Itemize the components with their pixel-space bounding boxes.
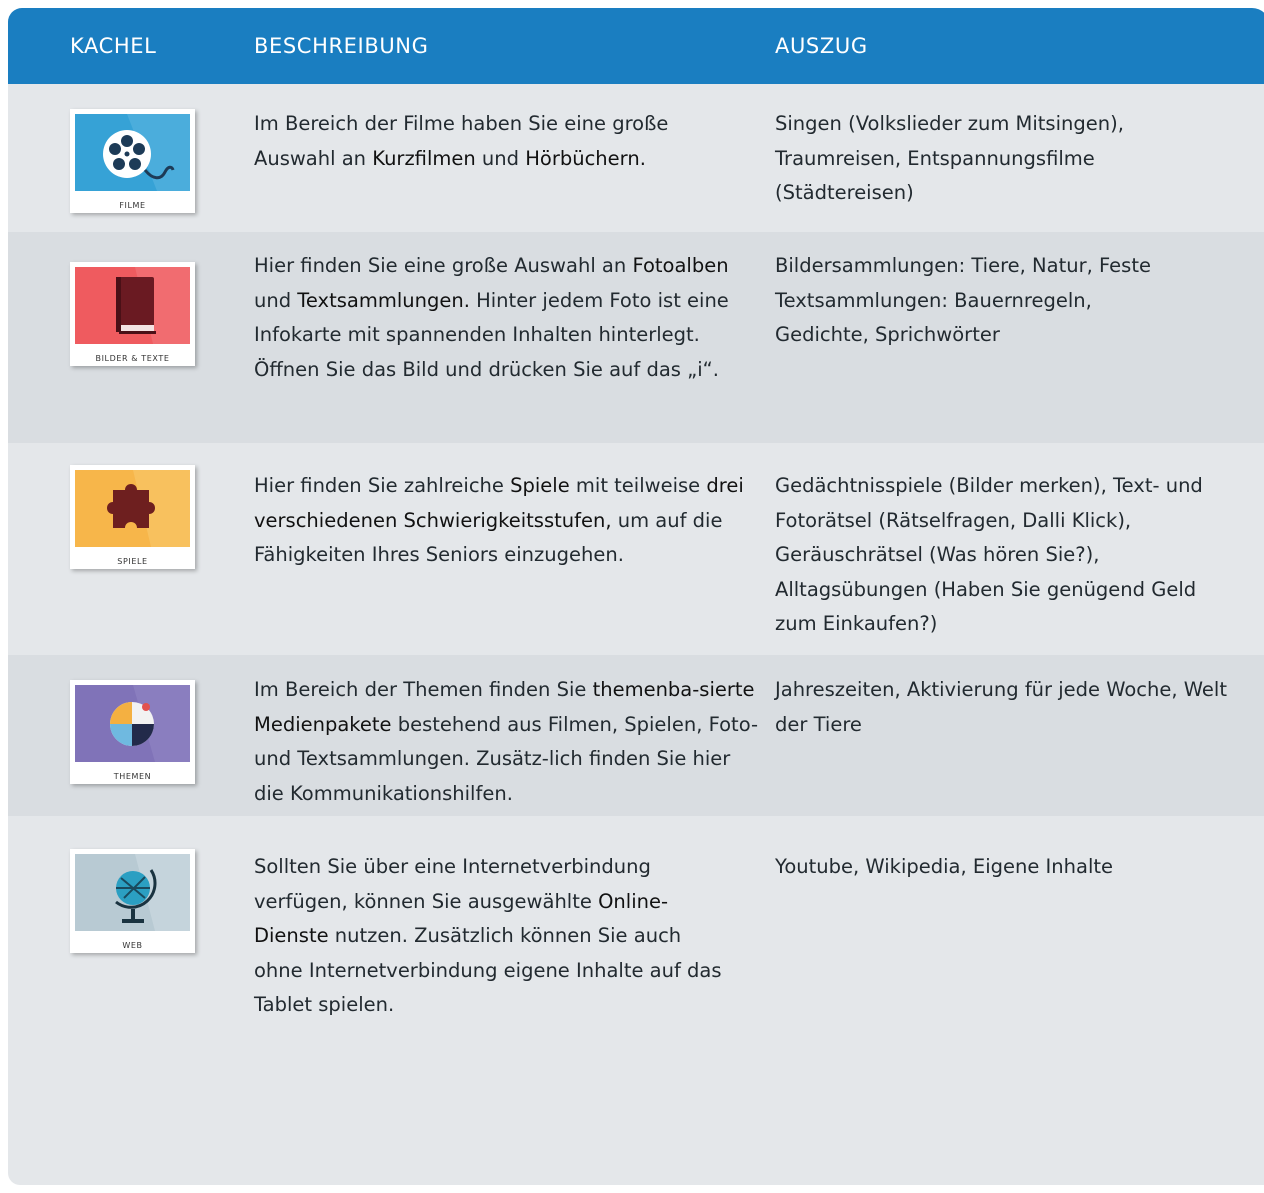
row-filme-description: Im Bereich der Filme haben Sie eine groß… <box>254 107 754 176</box>
excerpt-line-bildersammlungen: Bildersammlungen: Tiere, Natur, Feste <box>775 254 1151 277</box>
tile-web-label: WEB <box>122 941 143 950</box>
row-themen-description: Im Bereich der Themen finden Sie themenb… <box>254 673 759 811</box>
tile-filme-label: FILME <box>119 201 146 210</box>
tile-bilder-label: BILDER & TEXTE <box>95 354 170 363</box>
tile-themen-label: THEMEN <box>113 772 152 781</box>
description-text: Im Bereich der Themen finden Sie <box>254 678 593 701</box>
highlight-fotoalben: Fotoalben <box>632 254 729 277</box>
tile-spiele: SPIELE <box>70 465 195 569</box>
row-bilder-excerpt: Bildersammlungen: Tiere, Natur, Feste Te… <box>775 249 1205 353</box>
table-row-themen: THEMEN Im Bereich der Themen finden Sie … <box>8 655 1264 816</box>
description-text: mit teilweise <box>569 474 707 497</box>
highlight-spiele: Spiele <box>510 474 570 497</box>
description-text: und <box>254 288 298 312</box>
table-row-filme: FILME Im Bereich der Filme haben Sie ein… <box>8 84 1264 232</box>
tile-themen: THEMEN <box>70 680 195 784</box>
tile-themen-art <box>75 685 190 762</box>
tile-bilder-texte: BILDER & TEXTE <box>70 262 195 366</box>
overview-table: KACHEL BESCHREIBUNG AUSZUG FILME Im Bere… <box>8 8 1264 1185</box>
puzzle-piece-icon <box>107 470 190 547</box>
description-text: Hier finden Sie zahlreiche <box>254 474 511 497</box>
header-description: BESCHREIBUNG <box>254 34 429 58</box>
tile-spiele-art <box>75 470 190 547</box>
table-row-spiele: SPIELE Hier finden Sie zahlreiche Spiele… <box>8 443 1264 655</box>
row-themen-excerpt: Jahreszeiten, Aktivierung für jede Woche… <box>775 678 1227 736</box>
globe-icon <box>115 854 190 931</box>
tile-web: WEB <box>70 849 195 953</box>
table-row-web: WEB Sollten Sie über eine Internetverbin… <box>8 816 1264 1185</box>
row-web-excerpt: Youtube, Wikipedia, Eigene Inhalte <box>775 855 1114 878</box>
description-text: Hier finden Sie eine große Auswahl an <box>254 254 633 277</box>
tile-bilder-art <box>75 267 190 344</box>
tile-spiele-label: SPIELE <box>117 557 148 566</box>
highlight-textsammlungen: Textsammlungen. <box>297 288 470 312</box>
tile-filme-art <box>75 114 190 191</box>
highlight-kurzfilme: Kurzfilmen <box>372 146 476 170</box>
book-icon <box>116 267 190 344</box>
table-header: KACHEL BESCHREIBUNG AUSZUG <box>8 8 1264 84</box>
description-text: und <box>475 146 526 170</box>
table-row-bilder: BILDER & TEXTE Hier finden Sie eine groß… <box>8 232 1264 443</box>
highlight-hoerbuecher: Hörbüchern. <box>525 146 646 170</box>
description-text: Sollten Sie über eine Internetverbindung… <box>254 855 651 913</box>
excerpt-line-textsammlungen: Textsammlungen: Bauernregeln, Gedichte, … <box>775 288 1092 347</box>
tile-filme: FILME <box>70 109 195 213</box>
row-spiele-excerpt: Gedächtnisspiele (Bilder merken), Text- … <box>775 474 1203 635</box>
tile-web-art <box>75 854 190 931</box>
header-excerpt: AUSZUG <box>775 34 868 58</box>
header-tile: KACHEL <box>70 34 157 58</box>
film-reel-icon <box>103 114 190 191</box>
row-spiele-description: Hier finden Sie zahlreiche Spiele mit te… <box>254 469 759 573</box>
beach-ball-icon <box>110 685 190 762</box>
row-filme-excerpt: Singen (Volkslieder zum Mitsingen), Trau… <box>775 112 1124 204</box>
row-web-description: Sollten Sie über eine Internetverbindung… <box>254 850 724 1023</box>
row-bilder-description: Hier finden Sie eine große Auswahl an Fo… <box>254 249 744 387</box>
